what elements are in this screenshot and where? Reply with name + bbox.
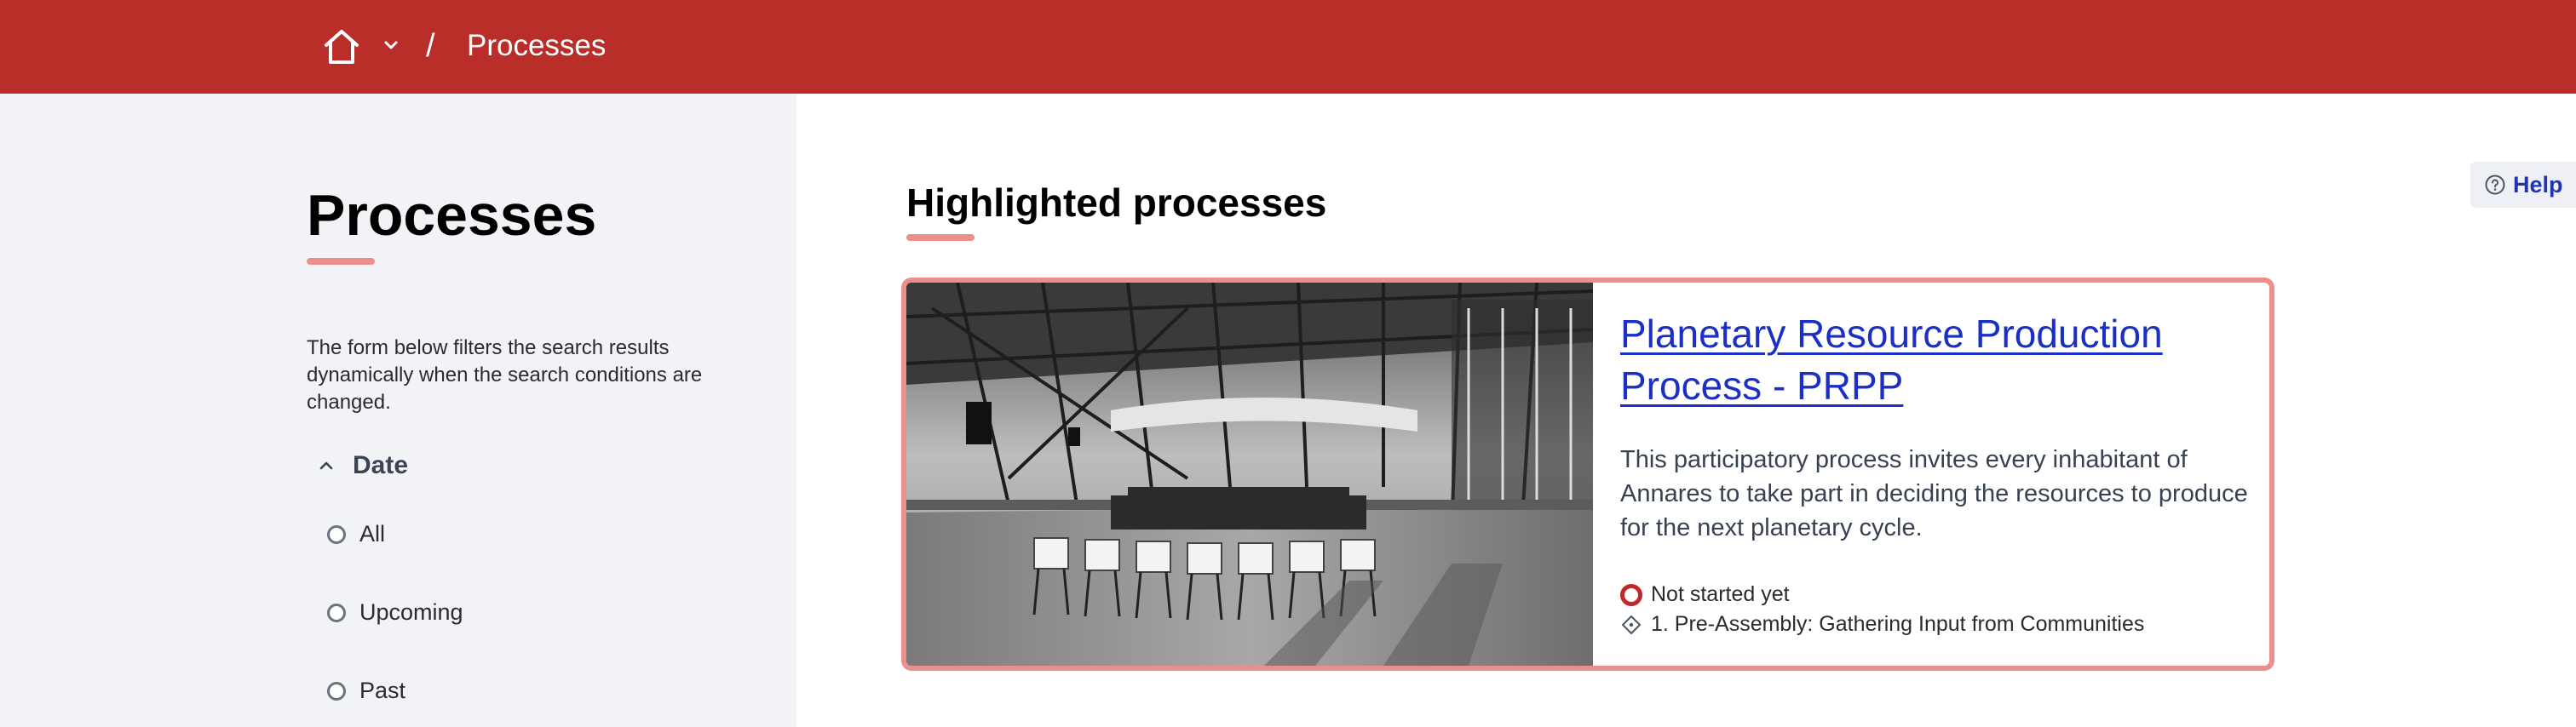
radio-label: Past [359,678,406,703]
highlighted-processes-title: Highlighted processes [906,180,1327,225]
date-filter-label: Date [353,451,409,479]
date-option-past[interactable]: Past [327,678,405,704]
process-title-link[interactable]: Planetary Resource Production Process - … [1620,308,2251,412]
process-status: Not started yet [1620,582,2251,607]
step-diamond-icon [1622,615,1641,634]
status-indicator-icon [1620,583,1642,606]
radio-label: All [359,521,386,547]
highlighted-process-card[interactable]: Planetary Resource Production Process - … [901,278,2274,671]
process-step: 1. Pre-Assembly: Gathering Input from Co… [1620,612,2251,637]
section-underline [906,234,975,241]
filter-description: The form below filters the search result… [307,336,703,414]
home-icon[interactable] [321,26,362,67]
date-option-upcoming[interactable]: Upcoming [327,599,463,626]
breadcrumb-separator: / [426,28,435,64]
process-image[interactable] [906,283,1593,666]
help-icon [2485,175,2505,195]
radio-button[interactable] [327,681,346,701]
status-text: Not started yet [1651,582,1790,606]
radio-button[interactable] [327,524,346,544]
title-underline [307,258,375,265]
top-navigation-bar: / Processes [0,0,2576,94]
page-title: Processes [307,183,597,248]
chevron-up-icon [319,461,333,470]
date-option-all[interactable]: All [327,521,385,547]
breadcrumb-current[interactable]: Processes [467,22,606,70]
date-filter-toggle[interactable]: Date [317,451,408,480]
process-description: This participatory process invites every… [1620,446,2248,541]
card-body: Planetary Resource Production Process - … [1620,308,2251,637]
help-label: Help [2513,171,2563,197]
step-text: 1. Pre-Assembly: Gathering Input from Co… [1651,612,2145,636]
chevron-down-icon[interactable] [382,37,400,54]
radio-button[interactable] [327,603,346,622]
help-button[interactable]: Help [2470,162,2576,208]
radio-label: Upcoming [359,599,463,625]
